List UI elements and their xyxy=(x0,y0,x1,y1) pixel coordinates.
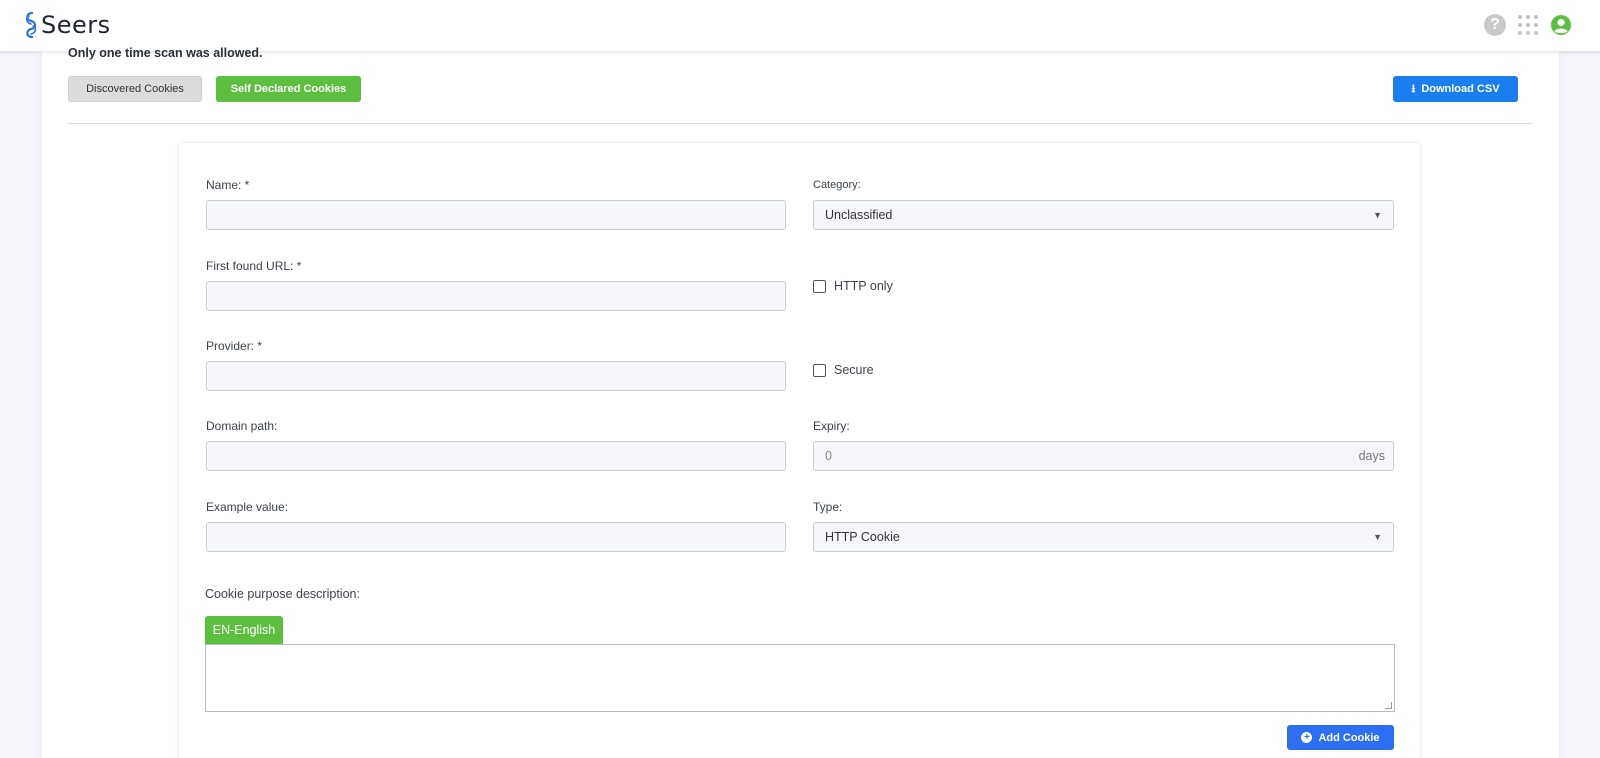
logo-text: Seers xyxy=(41,11,111,39)
type-select[interactable]: HTTP Cookie ▼ xyxy=(813,522,1394,552)
expiry-label: Expiry: xyxy=(813,419,850,433)
plus-circle-icon: + xyxy=(1301,732,1313,743)
seers-logo[interactable]: Seers xyxy=(22,11,111,39)
add-cookie-button[interactable]: + Add Cookie xyxy=(1287,725,1394,750)
expiry-field[interactable]: 0 days xyxy=(813,441,1394,471)
type-label: Type: xyxy=(813,500,843,514)
http-only-box[interactable] xyxy=(813,279,826,293)
example-value-input[interactable] xyxy=(218,523,785,551)
purpose-description-textarea[interactable] xyxy=(205,644,1395,712)
secure-box[interactable] xyxy=(813,363,826,377)
language-tab-en[interactable]: EN-English xyxy=(205,616,283,644)
top-bar: Seers ? xyxy=(0,0,1600,51)
first-found-url-field[interactable] xyxy=(206,281,786,311)
add-cookie-label: Add Cookie xyxy=(1318,731,1380,744)
provider-label: Provider: * xyxy=(206,339,263,353)
download-csv-label: Download CSV xyxy=(1421,83,1500,95)
secure-checkbox[interactable]: Secure xyxy=(813,363,874,377)
purpose-description-label: Cookie purpose description: xyxy=(205,587,360,601)
http-only-label: HTTP only xyxy=(834,279,893,293)
section-divider xyxy=(68,123,1532,124)
example-value-field[interactable] xyxy=(206,522,786,552)
help-icon[interactable]: ? xyxy=(1484,14,1506,36)
first-found-url-label: First found URL: * xyxy=(206,259,302,273)
http-only-checkbox[interactable]: HTTP only xyxy=(813,279,893,293)
expiry-value[interactable]: 0 xyxy=(825,449,832,463)
self-declared-cookies-button[interactable]: Self Declared Cookies xyxy=(216,76,361,102)
apps-grid-icon[interactable] xyxy=(1517,14,1539,36)
expiry-unit: days xyxy=(1358,449,1385,463)
top-icons: ? xyxy=(1484,14,1572,36)
domain-path-field[interactable] xyxy=(206,441,786,471)
name-input[interactable] xyxy=(218,201,785,229)
seers-logo-icon xyxy=(26,11,37,39)
category-select[interactable]: Unclassified ▼ xyxy=(813,200,1394,230)
download-icon: ⭳ xyxy=(1411,82,1416,95)
provider-field[interactable] xyxy=(206,361,786,391)
example-value-label: Example value: xyxy=(206,500,289,514)
domain-path-label: Domain path: xyxy=(206,419,278,433)
chevron-down-icon: ▼ xyxy=(1373,210,1382,220)
scan-notice: Only one time scan was allowed. xyxy=(68,46,263,60)
type-value: HTTP Cookie xyxy=(825,530,900,544)
name-label: Name: * xyxy=(206,178,250,192)
provider-input[interactable] xyxy=(218,362,785,390)
download-csv-button[interactable]: ⭳ Download CSV xyxy=(1393,76,1518,102)
category-value: Unclassified xyxy=(825,208,893,222)
category-label: Category: xyxy=(813,179,861,191)
discovered-cookies-button[interactable]: Discovered Cookies xyxy=(68,76,202,102)
chevron-down-icon: ▼ xyxy=(1373,532,1382,542)
resize-handle-icon[interactable] xyxy=(1385,702,1392,709)
secure-label: Secure xyxy=(834,363,874,377)
first-found-url-input[interactable] xyxy=(218,282,785,310)
name-field[interactable] xyxy=(206,200,786,230)
user-account-icon[interactable] xyxy=(1550,14,1572,36)
domain-path-input[interactable] xyxy=(218,442,785,470)
